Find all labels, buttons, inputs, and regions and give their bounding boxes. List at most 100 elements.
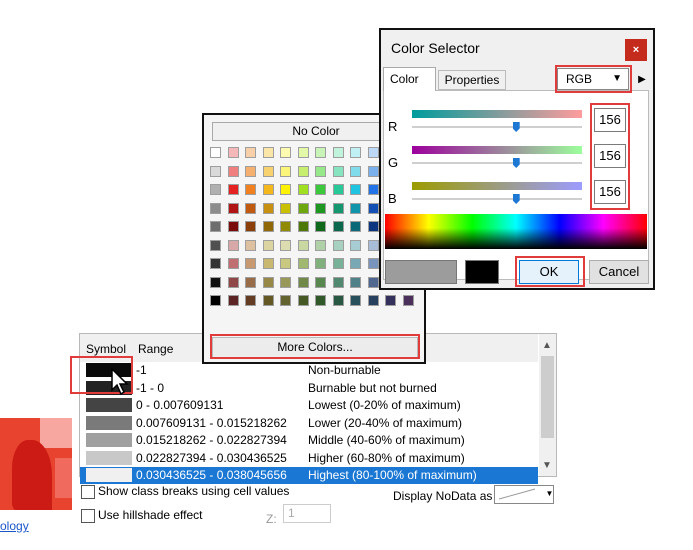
- color-swatch[interactable]: [245, 184, 256, 195]
- color-swatch[interactable]: [262, 184, 274, 195]
- color-swatch[interactable]: [332, 239, 344, 251]
- symbol-swatch[interactable]: [86, 433, 132, 447]
- color-swatch[interactable]: [280, 184, 291, 195]
- color-swatch[interactable]: [332, 165, 344, 177]
- color-swatch[interactable]: [315, 184, 326, 195]
- table-row[interactable]: 0.030436525 - 0.038045656 Highest (80-100…: [80, 467, 538, 484]
- color-swatch[interactable]: [297, 258, 309, 269]
- label-cell[interactable]: Higher (60-80% of maximum): [308, 451, 465, 465]
- color-swatch[interactable]: [350, 147, 361, 158]
- color-swatch[interactable]: [315, 147, 326, 158]
- color-swatch[interactable]: [367, 221, 379, 232]
- color-swatch[interactable]: [350, 276, 361, 288]
- color-swatch[interactable]: [315, 165, 326, 177]
- color-spectrum[interactable]: [385, 214, 647, 249]
- scroll-down-icon[interactable]: ▼: [542, 460, 552, 471]
- color-swatch[interactable]: [262, 221, 274, 232]
- color-swatch[interactable]: [297, 221, 309, 232]
- color-swatch[interactable]: [210, 202, 221, 214]
- color-swatch[interactable]: [350, 295, 361, 306]
- table-row[interactable]: 0.022827394 - 0.030436525 Higher (60-80% …: [80, 450, 538, 467]
- color-swatch[interactable]: [210, 239, 221, 251]
- color-swatch[interactable]: [385, 295, 396, 306]
- color-swatch[interactable]: [315, 202, 326, 214]
- color-swatch[interactable]: [227, 221, 239, 232]
- slider-track[interactable]: [412, 162, 582, 164]
- color-swatch[interactable]: [245, 221, 256, 232]
- label-cell[interactable]: Highest (80-100% of maximum): [308, 468, 477, 482]
- color-swatch[interactable]: [210, 165, 221, 177]
- color-swatch[interactable]: [367, 239, 379, 251]
- color-swatch[interactable]: [210, 276, 221, 288]
- z-factor-input[interactable]: 1: [283, 504, 331, 523]
- show-class-breaks-checkbox[interactable]: [81, 485, 95, 499]
- color-swatch[interactable]: [280, 221, 291, 232]
- color-swatch[interactable]: [297, 147, 309, 158]
- color-swatch[interactable]: [280, 202, 291, 214]
- table-row[interactable]: -1 - 0 Burnable but not burned: [80, 380, 538, 397]
- color-swatch[interactable]: [210, 221, 221, 232]
- color-swatch[interactable]: [280, 276, 291, 288]
- color-swatch[interactable]: [315, 239, 326, 251]
- color-swatch[interactable]: [210, 258, 221, 269]
- color-swatch[interactable]: [367, 184, 379, 195]
- color-swatch[interactable]: [227, 202, 239, 214]
- color-swatch[interactable]: [262, 295, 274, 306]
- color-swatch[interactable]: [280, 295, 291, 306]
- color-swatch[interactable]: [350, 184, 361, 195]
- color-swatch[interactable]: [227, 295, 239, 306]
- vertical-scrollbar[interactable]: ▲ ▼: [539, 334, 556, 476]
- color-swatch[interactable]: [332, 184, 344, 195]
- chevron-down-icon[interactable]: ▼: [545, 485, 554, 502]
- hillshade-checkbox[interactable]: [81, 509, 95, 523]
- color-swatch[interactable]: [245, 202, 256, 214]
- color-swatch[interactable]: [245, 258, 256, 269]
- color-swatch[interactable]: [332, 276, 344, 288]
- color-swatch[interactable]: [350, 258, 361, 269]
- color-swatch[interactable]: [280, 239, 291, 251]
- color-swatch[interactable]: [315, 258, 326, 269]
- color-swatch[interactable]: [210, 295, 221, 306]
- table-row[interactable]: 0.007609131 - 0.015218262 Lower (20-40% o…: [80, 415, 538, 432]
- table-row[interactable]: -1 Non-burnable: [80, 362, 538, 379]
- color-swatch[interactable]: [350, 239, 361, 251]
- table-row[interactable]: 0.015218262 - 0.022827394 Middle (40-60% …: [80, 432, 538, 449]
- color-swatch[interactable]: [367, 258, 379, 269]
- color-swatch[interactable]: [332, 295, 344, 306]
- color-swatch[interactable]: [245, 239, 256, 251]
- topology-link[interactable]: ology: [0, 519, 29, 533]
- color-swatch[interactable]: [350, 165, 361, 177]
- color-swatch[interactable]: [367, 202, 379, 214]
- color-swatch[interactable]: [262, 276, 274, 288]
- symbol-swatch[interactable]: [86, 415, 132, 430]
- color-swatch[interactable]: [315, 276, 326, 288]
- color-swatch[interactable]: [245, 147, 256, 158]
- slider-track[interactable]: [412, 198, 582, 200]
- color-swatch[interactable]: [402, 295, 414, 306]
- color-swatch[interactable]: [367, 276, 379, 288]
- color-swatch[interactable]: [332, 258, 344, 269]
- color-swatch[interactable]: [245, 165, 256, 177]
- label-cell[interactable]: Middle (40-60% of maximum): [308, 433, 465, 447]
- symbol-swatch[interactable]: [86, 468, 132, 482]
- symbol-swatch[interactable]: [86, 450, 132, 465]
- color-swatch[interactable]: [245, 295, 256, 306]
- color-swatch[interactable]: [315, 221, 326, 232]
- label-cell[interactable]: Non-burnable: [308, 363, 381, 377]
- color-swatch[interactable]: [297, 239, 309, 251]
- tab-color[interactable]: Color: [383, 67, 436, 91]
- color-swatch[interactable]: [367, 295, 379, 306]
- color-swatch[interactable]: [315, 295, 326, 306]
- label-cell[interactable]: Burnable but not burned: [308, 381, 437, 395]
- color-swatch[interactable]: [210, 147, 221, 158]
- color-swatch[interactable]: [350, 221, 361, 232]
- color-swatch[interactable]: [280, 258, 291, 269]
- color-swatch[interactable]: [367, 165, 379, 177]
- symbol-swatch[interactable]: [86, 398, 132, 412]
- color-swatch[interactable]: [280, 165, 291, 177]
- color-swatch[interactable]: [332, 147, 344, 158]
- color-swatch[interactable]: [262, 239, 274, 251]
- color-swatch[interactable]: [262, 147, 274, 158]
- color-swatch[interactable]: [350, 202, 361, 214]
- color-swatch[interactable]: [227, 165, 239, 177]
